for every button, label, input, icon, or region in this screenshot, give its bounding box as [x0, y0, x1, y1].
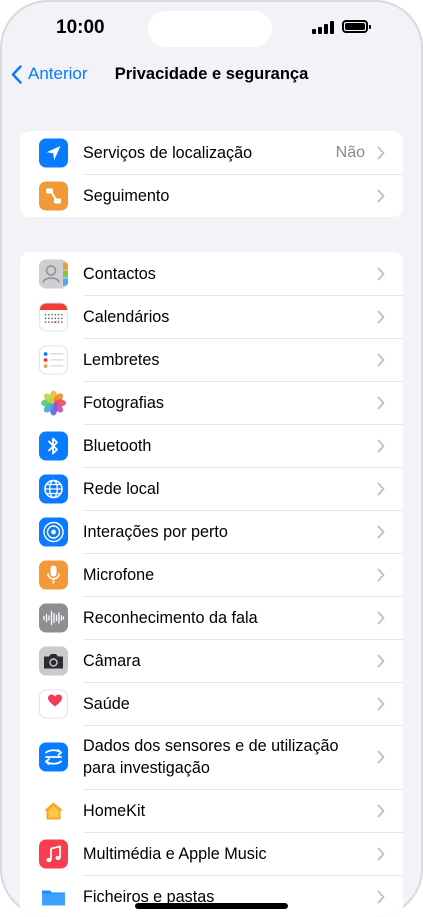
location-arrow-icon [39, 138, 68, 167]
row-camera[interactable]: Câmara [20, 639, 403, 682]
health-heart-icon [39, 689, 68, 718]
nearby-interactions-icon [39, 517, 68, 546]
chevron-right-icon [377, 525, 385, 538]
chevron-right-icon [377, 568, 385, 581]
chevron-right-icon [377, 611, 385, 624]
row-label: Contactos [83, 264, 156, 283]
row-reminders[interactable]: Lembretes [20, 338, 403, 381]
row-label: Fotografias [83, 393, 164, 412]
chevron-right-icon [377, 267, 385, 280]
row-label: Rede local [83, 479, 160, 498]
folder-icon [39, 882, 68, 911]
chevron-right-icon [377, 890, 385, 903]
chevron-right-icon [377, 697, 385, 710]
row-tracking[interactable]: Seguimento [20, 174, 403, 217]
music-note-icon [39, 839, 68, 868]
row-location-services[interactable]: Serviços de localização Não [20, 131, 403, 174]
row-nearby-interactions[interactable]: Interações por perto [20, 510, 403, 553]
chevron-right-icon [377, 189, 385, 202]
row-calendars[interactable]: Calendários [20, 295, 403, 338]
row-label: Reconhecimento da fala [83, 608, 258, 627]
row-local-network[interactable]: Rede local [20, 467, 403, 510]
chevron-right-icon [377, 847, 385, 860]
chevron-right-icon [377, 353, 385, 366]
photos-icon [39, 388, 68, 417]
row-files-folders[interactable]: Ficheiros e pastas [20, 875, 403, 917]
calendar-icon [39, 302, 68, 331]
row-label: Serviços de localização [83, 143, 253, 162]
row-photos[interactable]: Fotografias [20, 381, 403, 424]
bluetooth-icon [39, 431, 68, 460]
row-label: Bluetooth [83, 436, 152, 455]
row-label: Multimédia e Apple Music [83, 844, 267, 863]
permissions-group: Contactos Calendários Lembretes Fotograf… [20, 252, 403, 917]
row-health[interactable]: Saúde [20, 682, 403, 725]
home-indicator[interactable] [135, 903, 288, 909]
camera-icon [39, 646, 68, 675]
speech-waveform-icon [39, 603, 68, 632]
microphone-icon [39, 560, 68, 589]
chevron-right-icon [377, 654, 385, 667]
home-icon [39, 796, 68, 825]
battery-icon [342, 20, 371, 33]
phone-screen: 10:00 Anterior Privacidade e segurança S… [0, 0, 423, 917]
row-speech-recognition[interactable]: Reconhecimento da fala [20, 596, 403, 639]
row-research-sensor-data[interactable]: Dados dos sensores e de utilização para … [20, 725, 403, 789]
row-label: Dados dos sensores e de utilização para … [83, 737, 339, 777]
reminders-icon [39, 345, 68, 374]
status-time: 10:00 [56, 17, 105, 38]
row-label: HomeKit [83, 801, 146, 820]
chevron-right-icon [377, 396, 385, 409]
row-label: Câmara [83, 651, 141, 670]
row-label: Microfone [83, 565, 155, 584]
row-media-apple-music[interactable]: Multimédia e Apple Music [20, 832, 403, 875]
chevron-right-icon [377, 310, 385, 323]
row-value: Não [335, 143, 365, 161]
row-label: Seguimento [83, 186, 170, 205]
row-microphone[interactable]: Microfone [20, 553, 403, 596]
chevron-right-icon [377, 439, 385, 452]
research-sensor-icon [39, 742, 68, 772]
row-homekit[interactable]: HomeKit [20, 789, 403, 832]
row-label: Lembretes [83, 350, 160, 369]
chevron-right-icon [377, 750, 385, 764]
location-tracking-group: Serviços de localização Não Seguimento [20, 131, 403, 217]
chevron-right-icon [377, 146, 385, 159]
globe-icon [39, 474, 68, 503]
page-title: Privacidade e segurança [114, 65, 309, 83]
chevron-right-icon [377, 804, 385, 817]
row-bluetooth[interactable]: Bluetooth [20, 424, 403, 467]
signal-icon [312, 21, 334, 34]
contacts-icon [39, 259, 68, 288]
row-contacts[interactable]: Contactos [20, 252, 403, 295]
tracking-icon [39, 181, 68, 210]
chevron-right-icon [377, 482, 385, 495]
row-label: Saúde [83, 694, 130, 713]
dynamic-island [148, 11, 272, 47]
row-label: Interações por perto [83, 522, 228, 541]
row-label: Calendários [83, 307, 170, 326]
